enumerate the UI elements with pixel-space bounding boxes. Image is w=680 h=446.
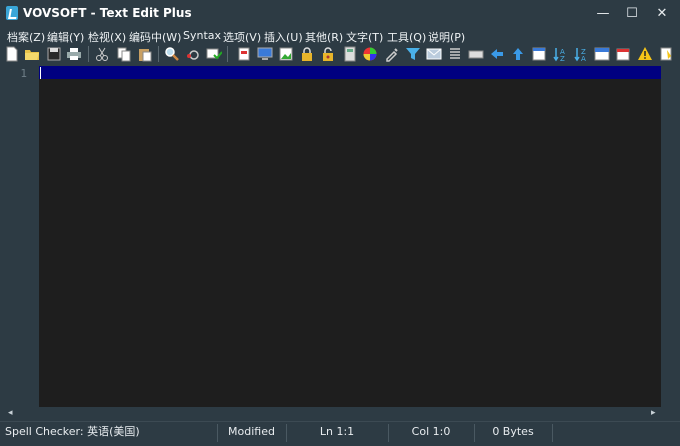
paste-icon[interactable]: [137, 46, 153, 62]
menu-syntax[interactable]: Syntax: [183, 29, 221, 42]
status-divider: [552, 424, 553, 442]
find-next-icon[interactable]: [185, 46, 201, 62]
toolbar-separator: [227, 46, 228, 62]
menu-other[interactable]: 其他(R): [305, 29, 343, 45]
filter-icon[interactable]: [405, 46, 421, 62]
scroll-right-icon[interactable]: ▸: [651, 407, 656, 420]
toolbar-separator: [88, 46, 89, 62]
menu-insert[interactable]: 插入(U): [264, 29, 303, 45]
menu-options[interactable]: 选项(V): [223, 29, 261, 45]
arrow-left-icon[interactable]: [489, 46, 505, 62]
sort-az-icon[interactable]: AZ: [552, 46, 568, 62]
menu-text[interactable]: 文字(T): [346, 29, 383, 45]
save-icon[interactable]: [46, 46, 62, 62]
column-position-status: Col 1:0: [411, 425, 451, 438]
new-file-icon[interactable]: [4, 46, 20, 62]
line-position-status: Ln 1:1: [319, 425, 355, 438]
print-icon[interactable]: [66, 46, 82, 62]
close-button[interactable]: ✕: [647, 0, 677, 27]
email-icon[interactable]: [426, 46, 442, 62]
line-number-gutter: 1: [0, 66, 39, 407]
app-logo-icon: [6, 6, 18, 20]
window-icon[interactable]: [531, 46, 547, 62]
list-icon[interactable]: [447, 46, 463, 62]
unlock-icon[interactable]: [320, 46, 336, 62]
lock-icon[interactable]: [299, 46, 315, 62]
svg-text:A: A: [581, 55, 586, 62]
app-window: VOVSOFT - Text Edit Plus — ☐ ✕ 档案(Z) 编辑(…: [0, 0, 680, 446]
toolbar-separator: [158, 46, 159, 62]
horizontal-scrollbar[interactable]: ◂ ▸: [0, 407, 680, 420]
menu-encoding[interactable]: 编码中(W): [129, 29, 181, 45]
toolbar: AZ ZA: [0, 45, 680, 63]
current-line-highlight: [39, 66, 661, 79]
calculator-icon[interactable]: [342, 46, 358, 62]
open-folder-icon[interactable]: [24, 46, 40, 62]
title-bar: VOVSOFT - Text Edit Plus — ☐ ✕: [0, 0, 680, 27]
menu-view[interactable]: 检视(X): [88, 29, 126, 45]
scroll-left-icon[interactable]: ◂: [8, 407, 13, 420]
spell-checker-status[interactable]: Spell Checker: 英语(美国): [0, 422, 217, 446]
calendar-icon[interactable]: [615, 46, 631, 62]
monitor-icon[interactable]: [257, 46, 273, 62]
arrow-up-icon[interactable]: [510, 46, 526, 62]
svg-text:Z: Z: [560, 55, 565, 62]
menu-help[interactable]: 说明(P): [428, 29, 465, 45]
notepad-icon[interactable]: [658, 46, 674, 62]
bookmark-icon[interactable]: [236, 46, 252, 62]
line-number: 1: [20, 67, 27, 80]
menu-bar: 档案(Z) 编辑(Y) 检视(X) 编码中(W) Syntax 选项(V) 插入…: [0, 27, 680, 45]
window-title: VOVSOFT - Text Edit Plus: [23, 6, 192, 20]
minimize-button[interactable]: —: [588, 0, 618, 27]
sort-za-icon[interactable]: ZA: [573, 46, 589, 62]
text-editor[interactable]: [39, 66, 661, 407]
vertical-scrollbar[interactable]: [661, 66, 680, 407]
cut-icon[interactable]: [94, 46, 110, 62]
modified-status: Modified: [228, 425, 275, 438]
maximize-button[interactable]: ☐: [617, 0, 647, 27]
panel-icon[interactable]: [594, 46, 610, 62]
text-caret: [40, 67, 41, 79]
byte-count-status: 0 Bytes: [492, 425, 534, 438]
menu-tools[interactable]: 工具(Q): [387, 29, 426, 45]
color-picker-icon[interactable]: [362, 46, 378, 62]
replace-icon[interactable]: [206, 46, 222, 62]
keyboard-icon[interactable]: [468, 46, 484, 62]
image-icon[interactable]: [278, 46, 294, 62]
status-bar: Spell Checker: 英语(美国) Modified Ln 1:1 Co…: [0, 421, 680, 446]
find-icon[interactable]: [164, 46, 180, 62]
menu-edit[interactable]: 编辑(Y): [47, 29, 84, 45]
warning-icon[interactable]: [637, 46, 653, 62]
menu-file[interactable]: 档案(Z): [7, 29, 45, 45]
dropper-icon[interactable]: [384, 46, 400, 62]
copy-icon[interactable]: [116, 46, 132, 62]
